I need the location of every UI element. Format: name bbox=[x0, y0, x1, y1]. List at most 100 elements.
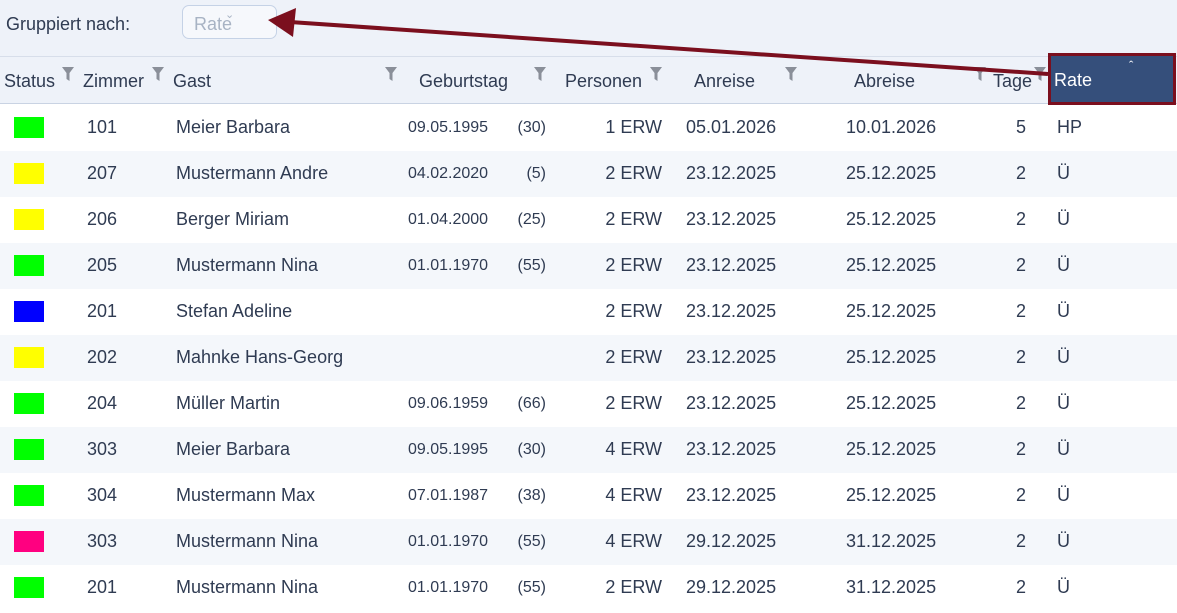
cell-gast: Mustermann Max bbox=[176, 485, 316, 505]
table-row[interactable]: 205 Mustermann Nina 01.01.1970 (55) 2 ERW 23.… bbox=[0, 243, 1177, 289]
cell-rate: Ü bbox=[1057, 439, 1070, 459]
cell-rate: HP bbox=[1057, 117, 1083, 137]
cell-gast: Mustermann Andre bbox=[176, 163, 329, 183]
status-swatch bbox=[14, 439, 44, 460]
table-row[interactable]: 201 Stefan Adeline 2 ERW 23.12.2025 25.12.20… bbox=[0, 289, 1177, 335]
filter-icon[interactable] bbox=[974, 67, 986, 81]
cell-gast: Mustermann Nina bbox=[176, 255, 319, 275]
cell-geburtstag: 04.02.2020 bbox=[408, 165, 489, 182]
status-swatch bbox=[14, 209, 44, 230]
cell-alter: (30) bbox=[517, 441, 546, 458]
cell-tage: 2 bbox=[1015, 485, 1026, 505]
cell-zimmer: 207 bbox=[87, 163, 118, 183]
filter-icon[interactable] bbox=[152, 67, 164, 81]
cell-geburtstag: 09.05.1995 bbox=[408, 119, 489, 136]
cell-rate: Ü bbox=[1057, 393, 1070, 413]
cell-tage: 5 bbox=[1015, 117, 1026, 137]
cell-gast: Berger Miriam bbox=[176, 209, 290, 229]
cell-geburtstag: 09.06.1959 bbox=[408, 395, 489, 412]
cell-tage: 2 bbox=[1015, 577, 1026, 597]
table-row[interactable]: 303 Mustermann Nina 01.01.1970 (55) 4 ERW 29.… bbox=[0, 519, 1177, 565]
filter-icon[interactable] bbox=[62, 67, 74, 81]
column-header-zimmer[interactable]: Zimmer bbox=[83, 71, 144, 92]
cell-gast: Mustermann Nina bbox=[176, 577, 319, 597]
table-body: 101 Meier Barbara 09.05.1995 (30) 1 ERW 05.01… bbox=[0, 105, 1177, 611]
cell-alter: (55) bbox=[517, 579, 546, 596]
table-row[interactable]: 202 Mahnke Hans-Georg 2 ERW 23.12.2025 25.12… bbox=[0, 335, 1177, 381]
cell-geburtstag: 01.01.1970 bbox=[408, 533, 489, 550]
cell-gast: Meier Barbara bbox=[176, 439, 291, 459]
cell-rate: Ü bbox=[1057, 255, 1070, 275]
status-swatch bbox=[14, 255, 44, 276]
cell-tage: 2 bbox=[1015, 347, 1026, 367]
cell-gast: Mahnke Hans-Georg bbox=[176, 347, 344, 367]
table-row[interactable]: 201 Mustermann Nina 01.01.1970 (55) 2 ERW 29.… bbox=[0, 565, 1177, 611]
cell-abreise: 31.12.2025 bbox=[846, 531, 937, 551]
column-header-anreise[interactable]: Anreise bbox=[694, 71, 755, 92]
filter-icon[interactable] bbox=[534, 67, 546, 81]
cell-personen: 4 ERW bbox=[605, 531, 662, 551]
status-swatch bbox=[14, 117, 44, 138]
cell-geburtstag: 09.05.1995 bbox=[408, 441, 489, 458]
filter-icon[interactable] bbox=[1034, 67, 1046, 81]
column-header-rate-label: Rate bbox=[1054, 70, 1093, 90]
column-header-gast[interactable]: Gast bbox=[173, 71, 211, 92]
cell-geburtstag: 01.01.1970 bbox=[408, 257, 489, 274]
column-header-status[interactable]: Status bbox=[4, 71, 55, 92]
column-header-rate[interactable]: Rate ˆ bbox=[1048, 53, 1176, 105]
cell-personen: 2 ERW bbox=[605, 393, 662, 413]
cell-alter: (38) bbox=[517, 487, 546, 504]
cell-zimmer: 304 bbox=[87, 485, 118, 505]
status-swatch bbox=[14, 485, 44, 506]
cell-zimmer: 202 bbox=[87, 347, 118, 367]
table-row[interactable]: 303 Meier Barbara 09.05.1995 (30) 4 ERW 23.12… bbox=[0, 427, 1177, 473]
sort-asc-icon[interactable]: ˆ bbox=[1129, 58, 1133, 73]
cell-tage: 2 bbox=[1015, 209, 1026, 229]
cell-rate: Ü bbox=[1057, 347, 1070, 367]
cell-anreise: 23.12.2025 bbox=[686, 255, 777, 275]
cell-zimmer: 303 bbox=[87, 531, 118, 551]
cell-tage: 2 bbox=[1015, 531, 1026, 551]
cell-anreise: 23.12.2025 bbox=[686, 439, 777, 459]
cell-personen: 4 ERW bbox=[605, 485, 662, 505]
group-by-dropzone[interactable]: Rate ⌄ bbox=[182, 5, 277, 39]
table-row[interactable]: 204 Müller Martin 09.06.1959 (66) 2 ERW 23.12… bbox=[0, 381, 1177, 427]
table-row[interactable]: 207 Mustermann Andre 04.02.2020 (5) 2 ERW 23.… bbox=[0, 151, 1177, 197]
table-row[interactable]: 101 Meier Barbara 09.05.1995 (30) 1 ERW 05.01… bbox=[0, 105, 1177, 151]
group-by-bar: Gruppiert nach: Rate ⌄ bbox=[0, 0, 1177, 56]
cell-anreise: 23.12.2025 bbox=[686, 163, 777, 183]
filter-icon[interactable] bbox=[650, 67, 662, 81]
cell-zimmer: 101 bbox=[87, 117, 118, 137]
cell-anreise: 23.12.2025 bbox=[686, 485, 777, 505]
cell-abreise: 25.12.2025 bbox=[846, 301, 937, 321]
table-row[interactable]: 304 Mustermann Max 07.01.1987 (38) 4 ERW 23.1… bbox=[0, 473, 1177, 519]
column-header-geburtstag[interactable]: Geburtstag bbox=[419, 71, 508, 92]
cell-rate: Ü bbox=[1057, 577, 1070, 597]
cell-zimmer: 206 bbox=[87, 209, 118, 229]
table-row[interactable]: 206 Berger Miriam 01.04.2000 (25) 2 ERW 23.12… bbox=[0, 197, 1177, 243]
cell-zimmer: 204 bbox=[87, 393, 118, 413]
status-swatch bbox=[14, 163, 44, 184]
column-header-abreise[interactable]: Abreise bbox=[854, 71, 915, 92]
cell-zimmer: 303 bbox=[87, 439, 118, 459]
cell-alter: (5) bbox=[526, 165, 546, 182]
cell-personen: 2 ERW bbox=[605, 255, 662, 275]
cell-abreise: 25.12.2025 bbox=[846, 485, 937, 505]
cell-tage: 2 bbox=[1015, 163, 1026, 183]
status-swatch bbox=[14, 577, 44, 598]
cell-abreise: 25.12.2025 bbox=[846, 393, 937, 413]
column-header-tage[interactable]: Tage bbox=[993, 71, 1032, 92]
cell-tage: 2 bbox=[1015, 439, 1026, 459]
cell-personen: 2 ERW bbox=[605, 301, 662, 321]
table-header: Status Zimmer Gast Geburtstag Personen A… bbox=[0, 56, 1177, 104]
cell-abreise: 25.12.2025 bbox=[846, 163, 937, 183]
cell-abreise: 25.12.2025 bbox=[846, 255, 937, 275]
filter-icon[interactable] bbox=[785, 67, 797, 81]
cell-personen: 2 ERW bbox=[605, 209, 662, 229]
column-header-personen[interactable]: Personen bbox=[565, 71, 642, 92]
cell-rate: Ü bbox=[1057, 485, 1070, 505]
cell-gast: Mustermann Nina bbox=[176, 531, 319, 551]
cell-geburtstag: 07.01.1987 bbox=[408, 487, 489, 504]
cell-zimmer: 201 bbox=[87, 301, 118, 321]
filter-icon[interactable] bbox=[385, 67, 397, 81]
